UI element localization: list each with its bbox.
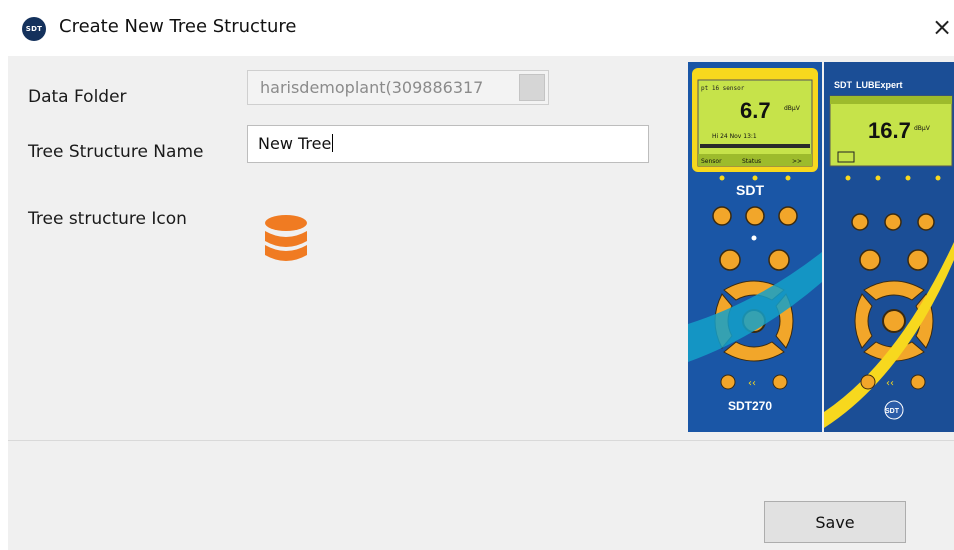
svg-text:‹‹: ‹‹ — [748, 378, 756, 389]
sdt270-footer-left: Sensor — [701, 158, 722, 165]
data-folder-value: harisdemoplant(309886317 — [260, 78, 484, 97]
title-bar: SDT Create New Tree Structure × — [0, 0, 954, 56]
data-folder-field[interactable]: harisdemoplant(309886317 — [247, 70, 549, 105]
sdt270-brand: SDT — [736, 182, 764, 198]
sdt270-screen-header: pt 16 sensor — [701, 85, 745, 92]
sdt270-model: SDT270 — [728, 399, 772, 413]
device-illustration: pt 16 sensor 6.7 dBµV Hi 24 Nov 13:1 Sen… — [688, 62, 954, 432]
lubexpert-screen-value: 16.7 — [868, 118, 911, 143]
tree-icon-label: Tree structure Icon — [28, 209, 187, 229]
sdt270-footer-right: >> — [792, 158, 802, 165]
tree-name-value: New Tree — [258, 134, 334, 153]
lubexpert-footer-logo: SDT — [885, 408, 900, 415]
app-logo-icon: SDT — [22, 17, 46, 41]
sdt270-screen-sub: Hi 24 Nov 13:1 — [712, 133, 757, 140]
close-button[interactable]: × — [930, 12, 954, 42]
tree-name-label: Tree Structure Name — [28, 142, 204, 162]
sdt270-screen — [697, 79, 813, 167]
window-title: Create New Tree Structure — [59, 16, 297, 37]
svg-text:‹‹: ‹‹ — [886, 378, 894, 389]
lubexpert-brand-prefix: SDT — [834, 80, 853, 90]
text-caret — [332, 134, 334, 152]
tree-name-input[interactable]: New Tree — [247, 125, 649, 163]
lubexpert-screen-unit: dBµV — [914, 125, 931, 132]
sdt270-screen-value: 6.7 — [740, 98, 771, 123]
data-folder-browse-button[interactable] — [519, 74, 545, 101]
sdt270-screen-unit: dBµV — [784, 105, 801, 112]
data-folder-label: Data Folder — [28, 87, 127, 107]
save-button[interactable]: Save — [764, 501, 906, 543]
dialog-body: Data Folder harisdemoplant(309886317 Tre… — [8, 56, 954, 550]
footer-separator — [8, 440, 954, 441]
lubexpert-brand-main: LUBExpert — [856, 80, 903, 90]
sdt270-footer-mid: Status — [742, 158, 761, 165]
database-stack-icon[interactable] — [262, 214, 310, 268]
